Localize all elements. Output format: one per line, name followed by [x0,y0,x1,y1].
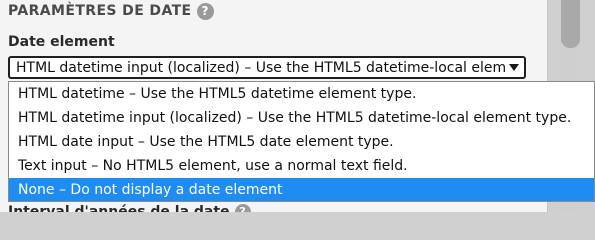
scrollbar-thumb[interactable] [561,0,580,48]
settings-page: PARAMÈTRES DE DATE ? Date element HTML d… [0,0,595,212]
date-element-label: Date element [8,34,115,50]
date-element-dropdown: HTML datetime – Use the HTML5 datetime e… [8,81,595,202]
dropdown-option[interactable]: HTML datetime input (localized) – Use th… [9,106,594,130]
help-icon[interactable]: ? [196,2,214,20]
dropdown-option[interactable]: None – Do not display a date element [9,178,594,201]
date-element-select[interactable]: HTML datetime input (localized) – Use th… [8,56,526,79]
dropdown-option[interactable]: Text input – No HTML5 element, use a nor… [9,154,594,178]
select-current-value: HTML datetime input (localized) – Use th… [16,59,505,76]
section-title: PARAMÈTRES DE DATE ? [8,1,214,21]
dropdown-option[interactable]: HTML date input – Use the HTML5 date ele… [9,130,594,154]
date-year-range-label: Interval d'années de la date ? [8,204,251,212]
date-year-range-label-text: Interval d'années de la date [8,204,230,212]
dropdown-option[interactable]: HTML datetime – Use the HTML5 datetime e… [9,82,594,106]
section-title-text: PARAMÈTRES DE DATE [8,3,192,19]
chevron-down-icon[interactable] [509,64,519,71]
help-icon[interactable]: ? [234,204,251,212]
